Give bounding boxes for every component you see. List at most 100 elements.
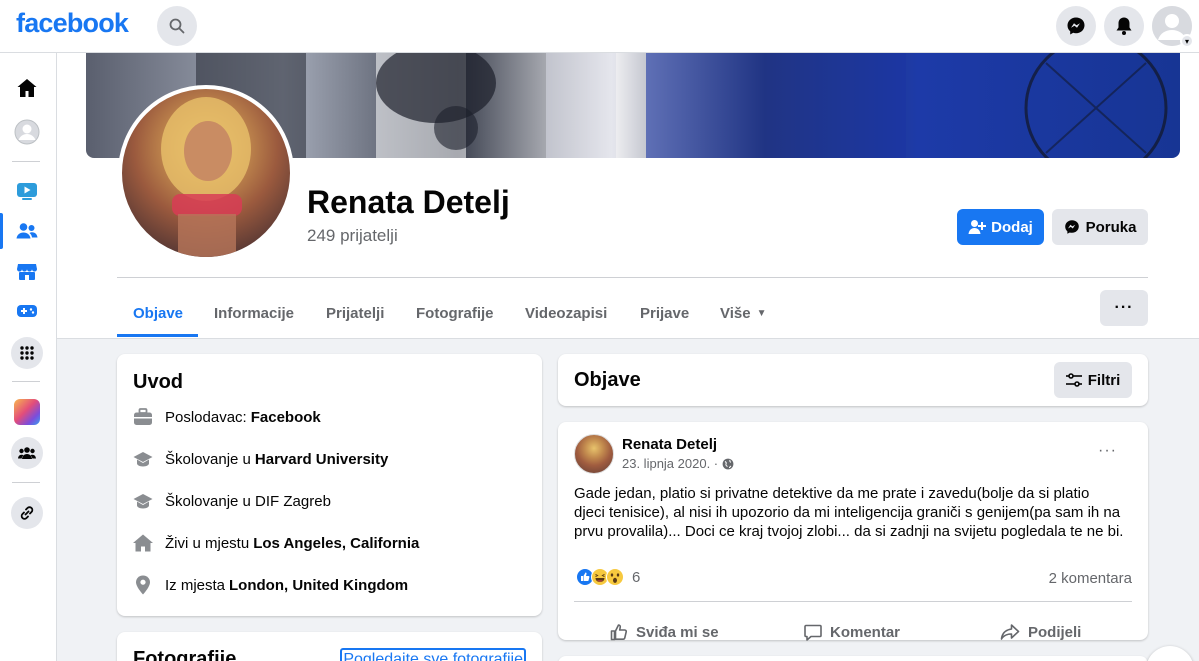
intro-row-from: Iz mjesta London, United Kingdom bbox=[133, 575, 408, 595]
facebook-logo[interactable]: facebook bbox=[16, 8, 129, 39]
comment-label: Komentar bbox=[830, 623, 901, 641]
sidebar-home[interactable] bbox=[9, 70, 45, 106]
tab-more-label: Više bbox=[720, 304, 751, 322]
message-button[interactable]: Poruka bbox=[1052, 209, 1148, 245]
game-controller-icon bbox=[17, 305, 37, 317]
sidebar-profile[interactable] bbox=[9, 114, 45, 150]
photos-card: Fotografije Pogledajte sve fotografije bbox=[117, 632, 542, 661]
friends-icon bbox=[16, 223, 38, 239]
profile-more-button[interactable]: ··· bbox=[1100, 290, 1148, 326]
caret-down-icon: ▼ bbox=[756, 307, 767, 319]
sidebar-groups[interactable] bbox=[9, 435, 45, 471]
globe-icon bbox=[722, 458, 734, 469]
post-options-button[interactable]: ··· bbox=[1098, 442, 1117, 460]
tab-about[interactable]: Informacije bbox=[214, 289, 294, 337]
graduation-cap-icon bbox=[133, 452, 153, 467]
account-avatar-button[interactable]: ▾ bbox=[1152, 6, 1194, 48]
intro-row-lives-in: Živi u mjestu Los Angeles, California bbox=[133, 533, 419, 553]
add-friend-label: Dodaj bbox=[991, 218, 1033, 236]
share-arrow-icon bbox=[1000, 624, 1020, 640]
grid-menu-icon bbox=[20, 346, 34, 360]
sidebar-divider bbox=[12, 482, 40, 483]
sidebar-watch[interactable] bbox=[9, 173, 45, 209]
video-play-icon bbox=[17, 183, 37, 200]
more-dots-icon: ··· bbox=[1114, 299, 1134, 316]
intro-lives-in-prefix: Živi u mjestu bbox=[165, 534, 250, 552]
profile-photo-image bbox=[161, 97, 251, 257]
intro-row-education-1: Školovanje u Harvard University bbox=[133, 449, 388, 469]
post-card: Renata Detelj 23. lipnja 2020. · ··· Gad… bbox=[558, 422, 1148, 641]
intro-card: Uvod Poslodavac: Facebook Školovanje u Har… bbox=[117, 354, 542, 616]
message-label: Poruka bbox=[1085, 218, 1137, 236]
share-label: Podijeli bbox=[1028, 623, 1082, 641]
comment-button[interactable]: Komentar bbox=[804, 614, 900, 650]
marketplace-icon bbox=[17, 264, 37, 280]
intro-row-education-2: Školovanje u DIF Zagreb bbox=[133, 491, 331, 511]
sidebar-links[interactable] bbox=[9, 495, 45, 531]
briefcase-icon bbox=[134, 408, 152, 425]
more-dots-icon: ··· bbox=[1098, 442, 1117, 459]
top-bar: facebook ▾ bbox=[0, 0, 1199, 53]
post-actions-divider bbox=[574, 601, 1132, 602]
filters-button[interactable]: Filtri bbox=[1054, 362, 1132, 398]
profile-avatar-icon bbox=[14, 119, 40, 145]
posts-header-card: Objave Filtri bbox=[558, 354, 1148, 406]
post-reactions[interactable]: 6 bbox=[576, 568, 640, 586]
active-tab-indicator bbox=[117, 334, 198, 337]
photos-title: Fotografije bbox=[133, 648, 237, 661]
post-text: Gade jedan, platio si privatne detektive… bbox=[574, 485, 1124, 540]
search-icon bbox=[169, 18, 185, 34]
graduation-cap-icon bbox=[133, 494, 153, 509]
post-author-avatar[interactable] bbox=[574, 434, 614, 474]
bell-icon bbox=[1116, 17, 1132, 35]
add-friend-icon bbox=[968, 220, 987, 234]
sidebar-gaming[interactable] bbox=[9, 293, 45, 329]
sidebar-marketplace[interactable] bbox=[9, 253, 45, 289]
sidebar-active-indicator bbox=[0, 213, 3, 249]
messenger-icon bbox=[1064, 220, 1079, 234]
filters-label: Filtri bbox=[1087, 371, 1121, 389]
link-icon bbox=[20, 506, 34, 520]
posts-title: Objave bbox=[574, 369, 641, 391]
add-friend-button[interactable]: Dodaj bbox=[957, 209, 1044, 245]
chevron-down-icon: ▾ bbox=[1180, 34, 1194, 48]
sidebar-friends[interactable] bbox=[9, 213, 45, 249]
search-button[interactable] bbox=[157, 6, 197, 46]
tab-photos[interactable]: Fotografije bbox=[416, 289, 494, 337]
sidebar-shortcut-group[interactable] bbox=[9, 394, 45, 430]
post-date[interactable]: 23. lipnja 2020. · bbox=[622, 456, 718, 471]
intro-lives-in-value[interactable]: Los Angeles, California bbox=[253, 535, 419, 552]
sidebar-divider bbox=[12, 381, 40, 382]
intro-employer-prefix: Poslodavac: bbox=[165, 408, 247, 426]
thumbs-up-icon bbox=[610, 624, 628, 641]
header-divider bbox=[117, 277, 1148, 278]
group-thumbnail-icon bbox=[14, 399, 40, 425]
see-all-photos-link[interactable]: Pogledajte sve fotografije bbox=[340, 648, 526, 661]
intro-from-value[interactable]: London, United Kingdom bbox=[229, 577, 408, 594]
comment-bubble-icon bbox=[804, 624, 822, 641]
messenger-button[interactable] bbox=[1056, 6, 1096, 46]
tab-checkins[interactable]: Prijave bbox=[640, 289, 689, 337]
left-sidebar bbox=[0, 53, 57, 661]
comments-count[interactable]: 2 komentara bbox=[1049, 570, 1132, 587]
intro-education-1-value[interactable]: Harvard University bbox=[255, 451, 388, 468]
profile-picture[interactable] bbox=[118, 85, 294, 261]
groups-icon bbox=[18, 447, 36, 459]
share-button[interactable]: Podijeli bbox=[1000, 614, 1081, 650]
like-button[interactable]: Sviđa mi se bbox=[610, 614, 719, 650]
reactions-count: 6 bbox=[632, 568, 641, 586]
tab-posts[interactable]: Objave bbox=[133, 289, 183, 337]
like-label: Sviđa mi se bbox=[636, 623, 719, 641]
house-icon bbox=[133, 534, 153, 552]
home-icon bbox=[17, 79, 37, 97]
tab-more[interactable]: Više ▼ bbox=[720, 289, 767, 337]
scroll-to-top-button[interactable] bbox=[1146, 646, 1194, 661]
friends-count[interactable]: 249 prijatelji bbox=[307, 226, 398, 246]
sidebar-menu[interactable] bbox=[9, 335, 45, 371]
profile-header: Renata Detelj 249 prijatelji Dodaj Poruk… bbox=[57, 53, 1199, 339]
post-author-name[interactable]: Renata Detelj bbox=[622, 436, 717, 453]
tab-videos[interactable]: Videozapisi bbox=[525, 289, 607, 337]
notifications-button[interactable] bbox=[1104, 6, 1144, 46]
intro-employer-value[interactable]: Facebook bbox=[251, 409, 321, 426]
tab-friends[interactable]: Prijatelji bbox=[326, 289, 384, 337]
